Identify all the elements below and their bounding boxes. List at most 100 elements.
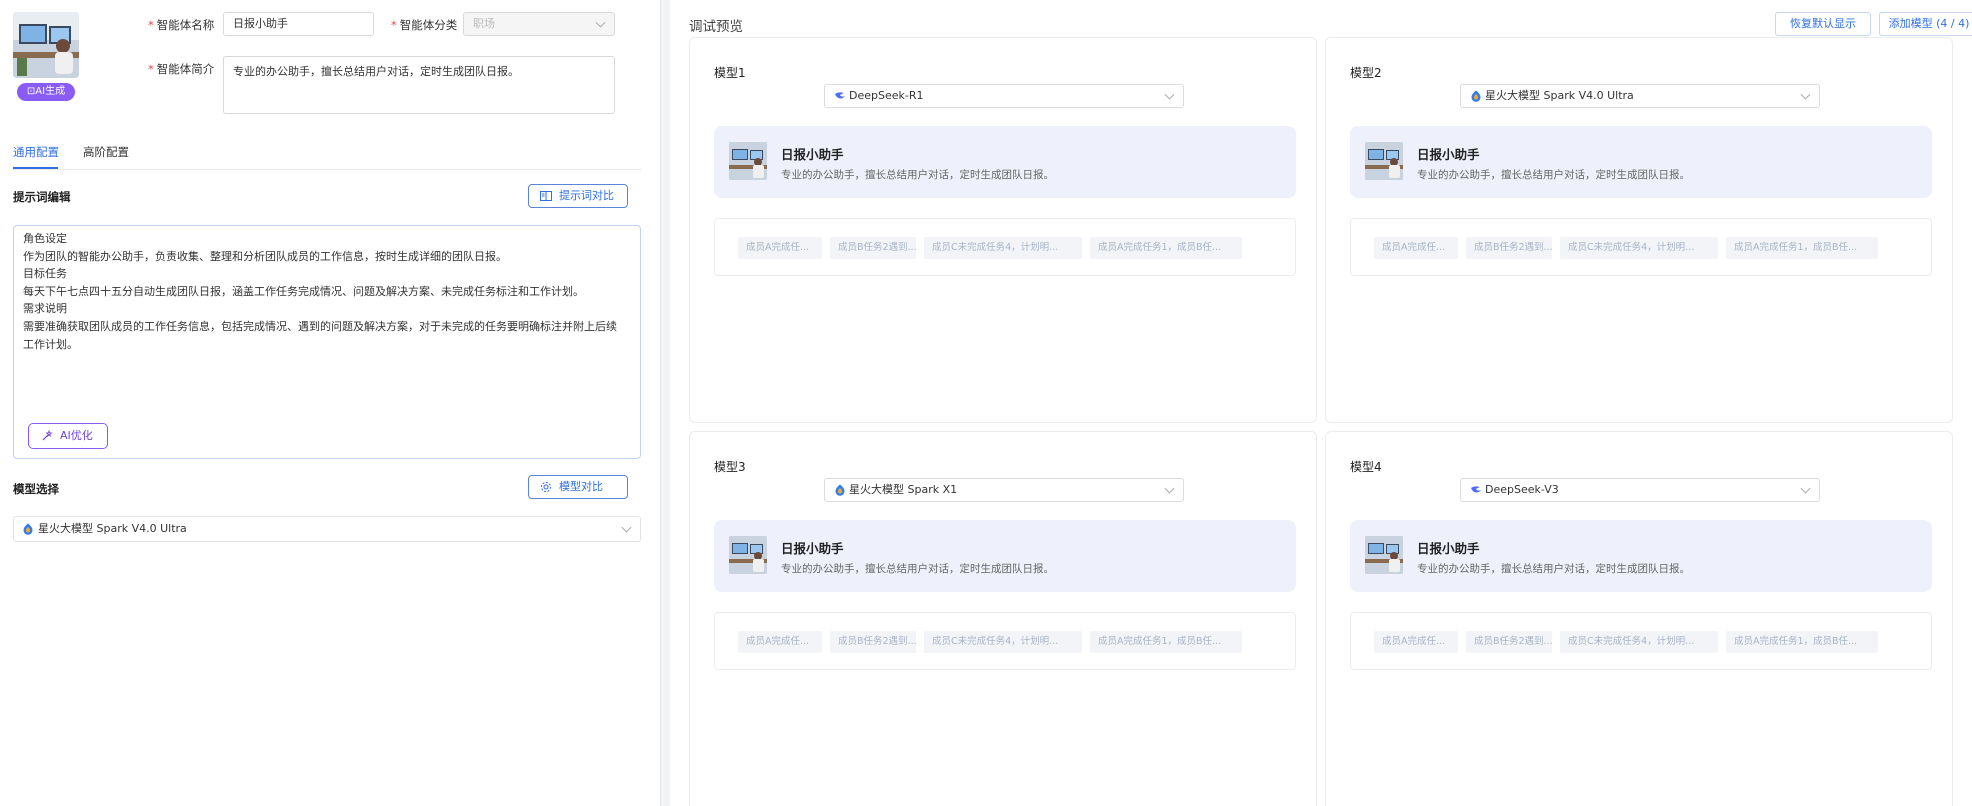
chevron-down-icon	[1164, 89, 1175, 100]
chevron-down-icon	[621, 522, 632, 533]
chevron-down-icon	[1800, 89, 1811, 100]
add-model-button[interactable]: 添加模型 (4 / 4)	[1879, 12, 1972, 36]
suggestion-chip[interactable]: 成员A完成任...	[1374, 631, 1458, 653]
suggestion-chip[interactable]: 成员B任务2遇到...	[1466, 237, 1552, 259]
model-card-2: 模型2 星火大模型 Spark V4.0 Ultra 日报小助手 专业的办公助手…	[1325, 37, 1953, 423]
suggestion-chip[interactable]: 成员A完成任务1，成员B任...	[1726, 631, 1878, 653]
suggestion-chips: 成员A完成任... 成员B任务2遇到... 成员C未完成任务4，计划明... 成…	[714, 218, 1296, 276]
deepseek-logo-icon	[1471, 486, 1481, 493]
spark-logo-icon	[835, 484, 845, 496]
spark-logo-icon	[23, 523, 33, 535]
debug-preview-panel: 调试预览 恢复默认显示 添加模型 (4 / 4) 模型1 DeepSeek-R1…	[670, 0, 1972, 806]
suggestion-chip[interactable]: 成员A完成任务1，成员B任...	[1090, 237, 1242, 259]
suggestion-chips: 成员A完成任... 成员B任务2遇到... 成员C未完成任务4，计划明... 成…	[1350, 218, 1932, 276]
model-card-3: 模型3 星火大模型 Spark X1 日报小助手 专业的办公助手，擅长总结用户对…	[689, 431, 1317, 806]
suggestion-chips: 成员A完成任... 成员B任务2遇到... 成员C未完成任务4，计划明... 成…	[714, 612, 1296, 670]
avatar-illustration	[729, 536, 767, 574]
prompt-section-title: 提示词编辑	[13, 190, 71, 204]
ai-optimize-button[interactable]: AI优化	[28, 423, 108, 449]
model-card-select[interactable]: DeepSeek-R1	[824, 84, 1184, 108]
avatar-illustration	[1365, 536, 1403, 574]
model-card-select[interactable]: 星火大模型 Spark V4.0 Ultra	[1460, 84, 1820, 108]
config-panel: ⊡AI生成 * 智能体名称 日报小助手 * 智能体分类 职场 * 智能体简介 专业的办…	[0, 0, 660, 806]
gear-icon	[541, 482, 551, 492]
model-card-4: 模型4 DeepSeek-V3 日报小助手 专业的办公助手，擅长总结用户对话，定…	[1325, 431, 1953, 806]
name-label: * 智能体名称	[148, 18, 215, 32]
agent-name-input[interactable]: 日报小助手	[223, 12, 374, 36]
required-mark: *	[148, 62, 154, 76]
required-mark: *	[148, 18, 154, 32]
avatar-illustration	[13, 12, 79, 78]
suggestion-chip[interactable]: 成员C未完成任务4，计划明...	[1560, 237, 1718, 259]
ai-generate-button[interactable]: ⊡AI生成	[17, 83, 75, 101]
active-tab-indicator	[13, 167, 58, 169]
suggestion-chip[interactable]: 成员C未完成任务4，计划明...	[1560, 631, 1718, 653]
agent-avatar	[729, 142, 767, 180]
prompt-line: 需求说明	[23, 302, 67, 316]
agent-avatar[interactable]	[13, 12, 79, 78]
prompt-line: 作为团队的智能办公助手，负责收集、整理和分析团队成员的工作信息，按时生成详细的团…	[23, 249, 507, 263]
prompt-compare-button[interactable]: 提示词对比	[528, 184, 628, 208]
agent-desc: 专业的办公助手，擅长总结用户对话，定时生成团队日报。	[1417, 563, 1690, 575]
restore-default-button[interactable]: 恢复默认显示	[1775, 12, 1871, 36]
agent-desc: 专业的办公助手，擅长总结用户对话，定时生成团队日报。	[781, 169, 1054, 181]
model-card-select[interactable]: DeepSeek-V3	[1460, 478, 1820, 502]
agent-name: 日报小助手	[1417, 541, 1480, 556]
prompt-line: 目标任务	[23, 267, 67, 281]
suggestion-chip[interactable]: 成员A完成任...	[738, 237, 822, 259]
required-mark: *	[391, 18, 397, 32]
suggestion-chip[interactable]: 成员B任务2遇到...	[830, 237, 916, 259]
suggestion-chip[interactable]: 成员A完成任...	[738, 631, 822, 653]
agent-name: 日报小助手	[781, 147, 844, 162]
model-section-title: 模型选择	[13, 482, 59, 496]
agent-intro-box: 日报小助手 专业的办公助手，擅长总结用户对话，定时生成团队日报。	[714, 126, 1296, 198]
model-compare-button[interactable]: 模型对比	[528, 475, 628, 499]
prompt-line: 需要准确获取团队成员的工作任务信息，包括完成情况、遇到的问题及解决方案，对于未完…	[23, 320, 617, 333]
model-select[interactable]: 星火大模型 Spark V4.0 Ultra	[13, 516, 641, 542]
suggestion-chip[interactable]: 成员B任务2遇到...	[830, 631, 916, 653]
chevron-down-icon	[1164, 483, 1175, 494]
chevron-down-icon	[1800, 483, 1811, 494]
panel-divider[interactable]	[660, 0, 670, 806]
magic-wand-icon	[42, 430, 53, 441]
prompt-editor[interactable]: 角色设定 作为团队的智能办公助手，负责收集、整理和分析团队成员的工作信息，按时生…	[13, 225, 641, 459]
model-card-select[interactable]: 星火大模型 Spark X1	[824, 478, 1184, 502]
chevron-down-icon	[595, 17, 606, 28]
model-card-title: 模型2	[1350, 66, 1382, 80]
suggestion-chips: 成员A完成任... 成员B任务2遇到... 成员C未完成任务4，计划明... 成…	[1350, 612, 1932, 670]
agent-intro-textarea[interactable]: 专业的办公助手，擅长总结用户对话，定时生成团队日报。	[223, 56, 615, 114]
agent-intro-box: 日报小助手 专业的办公助手，擅长总结用户对话，定时生成团队日报。	[1350, 520, 1932, 592]
agent-avatar	[1365, 142, 1403, 180]
intro-label: * 智能体简介	[148, 62, 215, 76]
agent-name: 日报小助手	[1417, 147, 1480, 162]
category-label: * 智能体分类	[391, 18, 458, 32]
suggestion-chip[interactable]: 成员C未完成任务4，计划明...	[924, 237, 1082, 259]
tab-advanced-config[interactable]: 高阶配置	[83, 144, 129, 160]
agent-intro-box: 日报小助手 专业的办公助手，擅长总结用户对话，定时生成团队日报。	[1350, 126, 1932, 198]
agent-avatar	[729, 536, 767, 574]
tab-general-config[interactable]: 通用配置	[13, 144, 59, 160]
agent-avatar	[1365, 536, 1403, 574]
suggestion-chip[interactable]: 成员C未完成任务4，计划明...	[924, 631, 1082, 653]
prompt-line: 每天下午七点四十五分自动生成团队日报，涵盖工作任务完成情况、问题及解决方案、未完…	[23, 284, 584, 298]
suggestion-chip[interactable]: 成员A完成任务1，成员B任...	[1090, 631, 1242, 653]
deepseek-logo-icon	[835, 92, 845, 99]
agent-desc: 专业的办公助手，擅长总结用户对话，定时生成团队日报。	[1417, 169, 1690, 181]
avatar-illustration	[1365, 142, 1403, 180]
suggestion-chip[interactable]: 成员A完成任务1，成员B任...	[1726, 237, 1878, 259]
agent-desc: 专业的办公助手，擅长总结用户对话，定时生成团队日报。	[781, 563, 1054, 575]
model-card-title: 模型1	[714, 66, 746, 80]
model-card-1: 模型1 DeepSeek-R1 日报小助手 专业的办公助手，擅长总结用户对话，定…	[689, 37, 1317, 423]
suggestion-chip[interactable]: 成员B任务2遇到...	[1466, 631, 1552, 653]
config-tabs: 通用配置 高阶配置	[13, 140, 641, 170]
prompt-line: 角色设定	[23, 232, 67, 245]
debug-preview-title: 调试预览	[689, 19, 743, 35]
avatar-illustration	[729, 142, 767, 180]
category-select[interactable]: 职场	[463, 12, 615, 36]
agent-avatar-area: ⊡AI生成	[13, 12, 79, 102]
agent-name: 日报小助手	[781, 541, 844, 556]
book-icon	[540, 191, 552, 201]
suggestion-chip[interactable]: 成员A完成任...	[1374, 237, 1458, 259]
agent-intro-box: 日报小助手 专业的办公助手，擅长总结用户对话，定时生成团队日报。	[714, 520, 1296, 592]
prompt-line: 工作计划。	[23, 337, 78, 351]
